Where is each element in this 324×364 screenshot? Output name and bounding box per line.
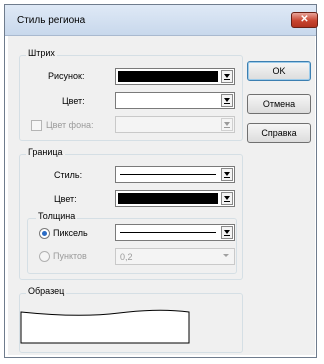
- border-color-select[interactable]: [115, 190, 235, 207]
- bg-color-dropdown-icon[interactable]: [221, 118, 233, 131]
- title-bar[interactable]: Стиль региона: [5, 5, 316, 36]
- border-style-line: [120, 174, 216, 175]
- bg-color-checkbox[interactable]: [31, 120, 42, 131]
- pixel-thickness-select[interactable]: [115, 224, 235, 241]
- border-color-dropdown-icon[interactable]: [221, 192, 233, 205]
- points-label: Пунктов: [53, 251, 87, 261]
- stroke-color-select[interactable]: [115, 92, 235, 109]
- cancel-button[interactable]: Отмена: [247, 94, 311, 114]
- pixel-thickness-line: [120, 232, 216, 233]
- close-button[interactable]: ✕: [291, 12, 318, 28]
- dialog-client-area: Штрих Рисунок: Цвет: Цвет фона: Граница …: [8, 36, 315, 355]
- border-style-select[interactable]: [115, 166, 235, 183]
- pattern-dropdown-icon[interactable]: [221, 70, 233, 83]
- sample-group-legend: Образец: [26, 286, 67, 296]
- ok-button[interactable]: OK: [247, 61, 311, 81]
- pixel-thickness-dropdown-icon[interactable]: [221, 226, 233, 239]
- points-radio[interactable]: [39, 251, 50, 262]
- pixel-label: Пиксель: [53, 228, 88, 238]
- border-style-label: Стиль:: [54, 170, 83, 180]
- thickness-group-legend: Толщина: [36, 211, 78, 221]
- pattern-select[interactable]: [115, 68, 235, 85]
- pixel-radio[interactable]: [39, 228, 50, 239]
- pattern-label: Рисунок:: [48, 71, 85, 81]
- stroke-color-dropdown-icon[interactable]: [221, 94, 233, 107]
- points-thickness-select[interactable]: 0,2: [115, 248, 235, 265]
- help-button[interactable]: Справка: [247, 123, 311, 143]
- close-icon: ✕: [300, 14, 309, 25]
- stroke-color-swatch: [118, 95, 218, 106]
- sample-preview: [20, 309, 190, 344]
- points-thickness-value: 0,2: [120, 252, 133, 262]
- bg-color-select[interactable]: [115, 116, 235, 133]
- dialog-title: Стиль региона: [17, 15, 86, 26]
- pattern-swatch: [118, 71, 218, 82]
- border-group-legend: Граница: [26, 147, 65, 157]
- bg-color-label: Цвет фона:: [46, 120, 94, 130]
- border-color-label: Цвет:: [54, 194, 77, 204]
- border-color-swatch: [118, 193, 218, 204]
- points-thickness-dropdown-icon[interactable]: [221, 250, 233, 263]
- border-style-dropdown-icon[interactable]: [221, 168, 233, 181]
- stroke-color-label: Цвет:: [62, 96, 85, 106]
- stroke-group-legend: Штрих: [26, 48, 57, 58]
